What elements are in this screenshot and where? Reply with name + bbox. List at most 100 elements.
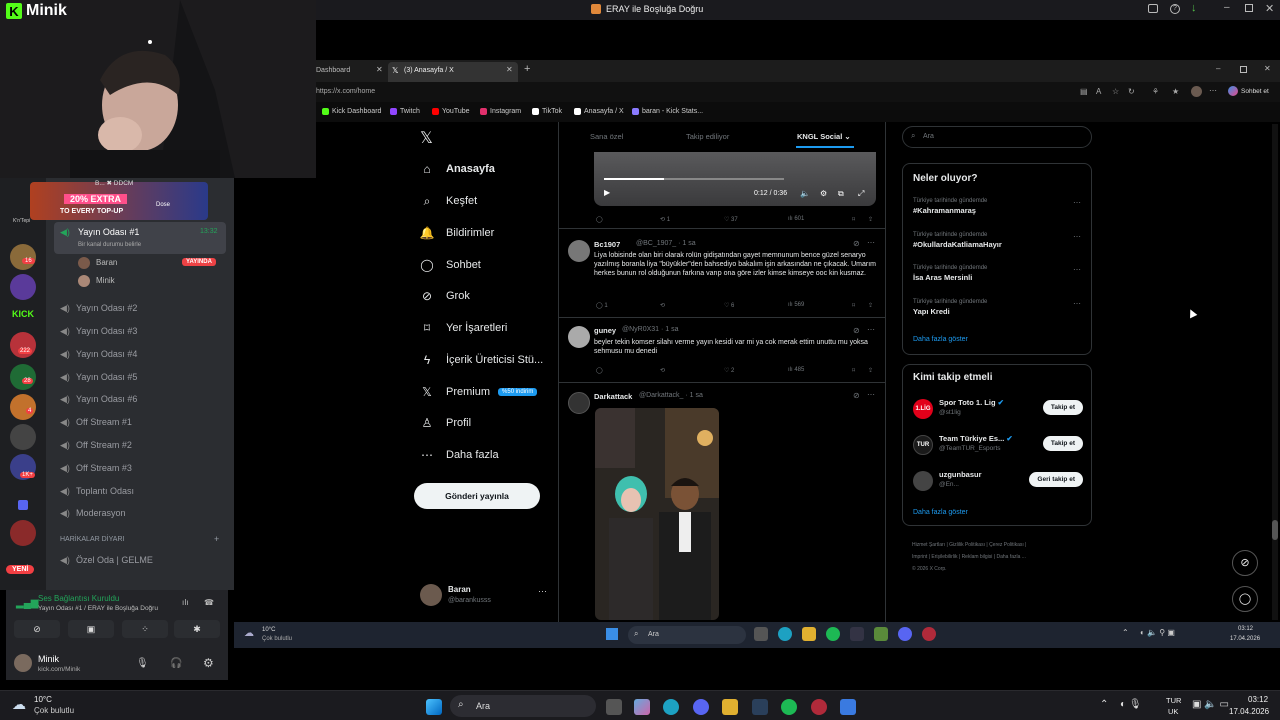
profile-name[interactable]: Baran: [448, 585, 471, 594]
trend-item[interactable]: Türkiye tarihinde gündemde İsa Aras Mersi…: [913, 265, 987, 282]
nav-notifications[interactable]: 🔔 Bildirimler: [420, 226, 495, 240]
channel-status[interactable]: Bir kanal durumu belirle: [78, 242, 141, 248]
footer-link[interactable]: Daha fazla ...: [996, 554, 1025, 560]
discord-icon[interactable]: [693, 699, 709, 715]
bookmark-icon[interactable]: ⌑: [852, 216, 855, 223]
search-input[interactable]: ⌕ Ara: [902, 126, 1092, 148]
show-more-link[interactable]: Daha fazla göster: [913, 336, 968, 343]
member-minik[interactable]: Minik: [78, 274, 224, 288]
copilot-icon[interactable]: [634, 699, 650, 715]
like-icon[interactable]: ♡ 2: [724, 367, 734, 374]
views-icon[interactable]: ılı 485: [788, 367, 804, 373]
close-icon[interactable]: ✕: [1264, 64, 1271, 73]
channel-item[interactable]: ◀) Yayın Odası #2: [60, 303, 137, 313]
nav-bookmarks[interactable]: ⌑ Yer İşaretleri: [420, 321, 507, 335]
tray-icons[interactable]: ◐ 🎙: [1120, 699, 1142, 710]
channel-item[interactable]: ◀) Off Stream #1: [60, 417, 132, 427]
retweet-icon[interactable]: ⟲ 1: [660, 216, 670, 223]
avatar[interactable]: [568, 326, 590, 348]
nav-creator-studio[interactable]: ϟ İçerik Üreticisi Stü...: [420, 353, 543, 367]
avatar[interactable]: [14, 654, 32, 672]
member-baran[interactable]: Baran YAYINDA: [78, 256, 224, 270]
nav-messages[interactable]: ◯ Sohbet: [420, 258, 481, 272]
favorite-icon[interactable]: ☆: [1112, 87, 1119, 96]
footer-link[interactable]: Reklam bilgisi: [962, 554, 993, 560]
trend-more-icon[interactable]: ⋯: [1073, 265, 1081, 274]
app-icon[interactable]: [811, 699, 827, 715]
settings-icon[interactable]: ⚙: [820, 189, 827, 198]
url-field[interactable]: https://x.com/home: [316, 88, 375, 95]
trend-more-icon[interactable]: ⋯: [1073, 299, 1081, 308]
nav-explore[interactable]: ⌕ Keşfet: [420, 194, 478, 208]
edge-icon[interactable]: [778, 627, 792, 641]
network-volume-icons[interactable]: ▣ 🔈 ▭: [1192, 699, 1229, 710]
noise-icon[interactable]: ıIı: [182, 598, 189, 607]
help-icon[interactable]: ?: [1170, 4, 1180, 14]
play-icon[interactable]: ▶: [604, 188, 610, 197]
like-icon[interactable]: ♡ 6: [724, 302, 734, 309]
tweet-more-icon[interactable]: ⋯: [867, 325, 875, 334]
add-channel-icon[interactable]: +: [214, 534, 219, 544]
share-icon[interactable]: ⇪: [868, 367, 873, 374]
avatar[interactable]: [568, 392, 590, 414]
follow-button[interactable]: Takip et: [1042, 400, 1083, 415]
grok-icon[interactable]: ⊘: [853, 326, 860, 335]
server-icon-6[interactable]: [10, 424, 36, 450]
reply-icon[interactable]: ◯ 1: [596, 302, 608, 309]
steam-icon[interactable]: [752, 699, 768, 715]
server-icon-4[interactable]: [10, 364, 36, 390]
keyboard-layout[interactable]: UK: [1168, 707, 1178, 716]
close-tab-icon[interactable]: ✕: [506, 65, 513, 74]
nav-home[interactable]: ⌂ Anasayfa: [420, 162, 495, 176]
search-bar[interactable]: ⌕ Ara: [628, 626, 746, 644]
active-channel[interactable]: ◀) Yayın Odası #1 13:32 Bir kanal durumu…: [54, 222, 226, 254]
bookmark-icon[interactable]: ⌑: [852, 302, 855, 309]
favorites-icon[interactable]: ★: [1172, 87, 1179, 96]
follow-name[interactable]: uzgunbasur: [939, 470, 982, 479]
app-icon[interactable]: [874, 627, 888, 641]
minimize-icon[interactable]: –: [1224, 2, 1230, 13]
language-code[interactable]: TUR: [1166, 696, 1181, 705]
disconnect-icon[interactable]: ☎: [204, 598, 214, 607]
footer-link[interactable]: Hizmet Şartları: [912, 542, 945, 548]
bookmark-youtube[interactable]: YouTube: [432, 108, 470, 115]
mic-icon[interactable]: 🎙: [136, 658, 149, 669]
trend-more-icon[interactable]: ⋯: [1073, 198, 1081, 207]
folder-icon[interactable]: [18, 500, 28, 510]
avatar[interactable]: [568, 240, 590, 262]
channel-item[interactable]: ◀) Özel Oda | GELME: [60, 555, 153, 565]
views-icon[interactable]: ılı 601: [788, 216, 804, 222]
follow-button[interactable]: Takip et: [1042, 436, 1083, 451]
screen-icon[interactable]: [1148, 4, 1158, 13]
avatar[interactable]: [913, 471, 933, 491]
footer-link[interactable]: Imprint: [912, 554, 927, 560]
read-aloud-icon[interactable]: A: [1096, 87, 1101, 96]
bookmark-tiktok[interactable]: TikTok: [532, 108, 562, 115]
avatar[interactable]: TUR: [913, 435, 933, 455]
grok-fab-icon[interactable]: ⊘: [1232, 550, 1258, 576]
promo-banner[interactable]: 20% EXTRA TO EVERY TOP-UP Dose: [30, 182, 208, 220]
close-tab-icon[interactable]: ✕: [376, 65, 383, 74]
trend-item[interactable]: Türkiye tarihinde gündemde Yapı Kredi: [913, 299, 987, 316]
menu-icon[interactable]: ⋯: [1209, 86, 1217, 95]
settings-icon[interactable]: ⚙: [203, 656, 214, 670]
bookmark-instagram[interactable]: Instagram: [480, 108, 521, 115]
show-more-link[interactable]: Daha fazla göster: [913, 509, 968, 516]
app-icon[interactable]: [840, 699, 856, 715]
channel-item[interactable]: ◀) Toplantı Odası: [60, 486, 134, 496]
scrollbar-thumb[interactable]: [1272, 520, 1278, 540]
refresh-icon[interactable]: ↻: [1128, 87, 1135, 96]
tweet-more-icon[interactable]: ⋯: [867, 238, 875, 247]
reply-icon[interactable]: ◯: [596, 367, 603, 374]
fullscreen-icon[interactable]: ⤢: [858, 189, 864, 199]
server-icon-1[interactable]: [10, 244, 36, 270]
search-bar[interactable]: ⌕ Ara: [450, 695, 596, 717]
footer-link[interactable]: Gizlilik Politikası: [949, 542, 985, 548]
messages-fab-icon[interactable]: ◯: [1232, 586, 1258, 612]
spotify-icon[interactable]: [826, 627, 840, 641]
folder-icon[interactable]: [802, 627, 816, 641]
tweet-image[interactable]: [595, 408, 719, 620]
tray-icons[interactable]: ◐ 🔈 ⚲ ▣: [1140, 628, 1175, 637]
tab-x-home[interactable]: (3) Anasayfa / X: [388, 62, 518, 82]
activities-button[interactable]: ⁘: [122, 620, 168, 638]
